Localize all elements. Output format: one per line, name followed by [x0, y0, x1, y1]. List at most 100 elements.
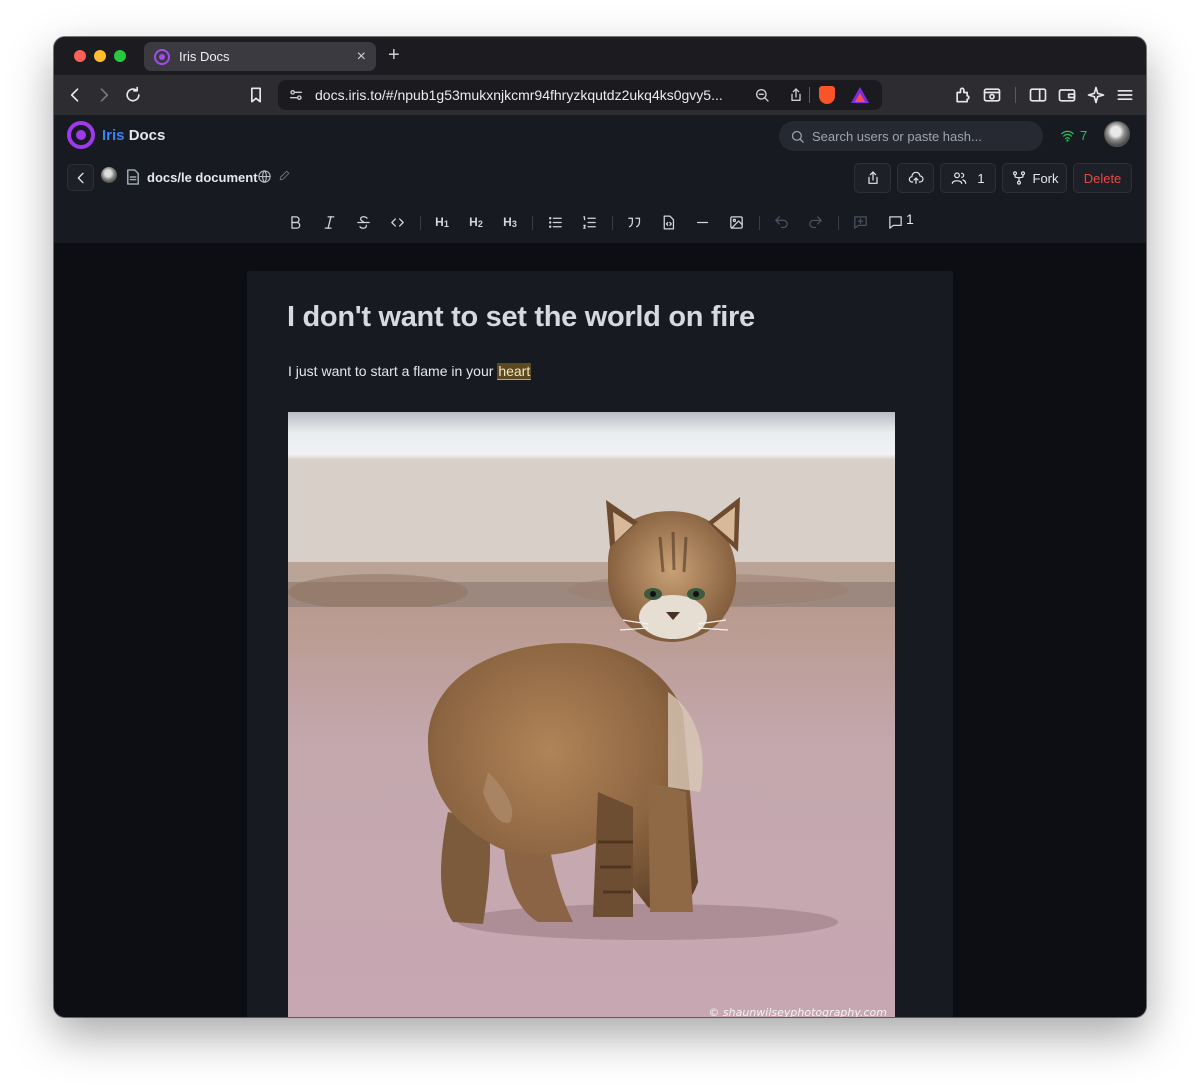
document-path[interactable]: docs/le document: [147, 170, 258, 185]
peers-indicator[interactable]: 7: [1060, 128, 1087, 143]
document-title[interactable]: I don't want to set the world on fire: [287, 301, 755, 334]
h2-label: H: [469, 215, 478, 229]
italic-icon[interactable]: [318, 211, 340, 233]
cloud-upload-button[interactable]: [897, 163, 934, 193]
fork-button[interactable]: Fork: [1002, 163, 1067, 193]
strikethrough-icon[interactable]: [352, 211, 374, 233]
delete-button[interactable]: Delete: [1073, 163, 1132, 193]
collaborators-button[interactable]: 1: [940, 163, 996, 193]
brand-name[interactable]: Iris Docs: [102, 127, 165, 144]
fork-icon: [1012, 171, 1025, 185]
extensions-puzzle-icon[interactable]: [951, 83, 975, 107]
ordered-list-icon[interactable]: [578, 211, 600, 233]
share-icon[interactable]: [786, 85, 806, 105]
photo-illustration: [288, 412, 895, 1017]
tab-strip: Iris Docs × +: [54, 37, 1146, 75]
redo-icon[interactable]: [804, 211, 826, 233]
document-icon: [126, 169, 140, 185]
tab-title: Iris Docs: [179, 49, 230, 64]
site-settings-icon[interactable]: [286, 85, 306, 105]
h3-sub: 3: [511, 219, 517, 229]
h3-label: H: [503, 215, 512, 229]
comments-icon[interactable]: [884, 211, 906, 233]
search-icon: [791, 130, 804, 143]
code-block-icon[interactable]: [657, 211, 679, 233]
toolbar-separator: [612, 216, 613, 230]
brave-rewards-icon[interactable]: [851, 87, 869, 103]
peer-count: 7: [1080, 128, 1088, 143]
brand-docs: Docs: [128, 127, 166, 144]
browser-tab[interactable]: Iris Docs ×: [144, 42, 376, 71]
undo-icon[interactable]: [770, 211, 792, 233]
leo-ai-icon[interactable]: [1084, 83, 1108, 107]
window-search-icon[interactable]: [980, 83, 1004, 107]
menu-icon[interactable]: [1113, 83, 1137, 107]
reload-icon[interactable]: [121, 83, 145, 107]
blockquote-icon[interactable]: [623, 211, 645, 233]
pencil-icon[interactable]: [278, 169, 291, 182]
bold-icon[interactable]: [284, 211, 306, 233]
add-comment-icon[interactable]: [849, 211, 871, 233]
sidebar-toggle-icon[interactable]: [1026, 83, 1050, 107]
bobcat-kitten-image[interactable]: © shaunwilseyphotography.com: [288, 412, 895, 1017]
heading-2-button[interactable]: H2: [465, 211, 487, 233]
users-icon: [952, 172, 967, 184]
horizontal-rule-icon[interactable]: [691, 211, 713, 233]
paragraph-text: I just want to start a flame in your: [288, 363, 498, 379]
search-input[interactable]: [812, 128, 1032, 144]
brave-shields-icon[interactable]: [819, 86, 835, 104]
cloud-upload-icon: [908, 171, 924, 184]
browser-window: Iris Docs × + docs.iris.to/#/npub1g53muk…: [54, 37, 1146, 1017]
fork-label: Fork: [1032, 170, 1059, 186]
document-bar: docs/le document 1 Fork Delete: [54, 163, 1146, 199]
toolbar-separator: [420, 216, 421, 230]
heading-1-button[interactable]: H1: [431, 211, 453, 233]
document-paragraph[interactable]: I just want to start a flame in your hea…: [288, 363, 532, 380]
close-window-button[interactable]: [74, 50, 86, 62]
heading-3-button[interactable]: H3: [499, 211, 521, 233]
search-box[interactable]: [779, 121, 1043, 151]
owner-avatar[interactable]: [101, 167, 117, 183]
bullet-list-icon[interactable]: [544, 211, 566, 233]
chevron-left-icon: [77, 172, 84, 183]
commented-highlight[interactable]: heart: [497, 363, 532, 380]
back-button[interactable]: [67, 164, 94, 191]
h1-label: H: [435, 215, 444, 229]
document-page[interactable]: I don't want to set the world on fire I …: [247, 271, 953, 1017]
h1-sub: 1: [443, 219, 449, 229]
toolbar-separator: [759, 216, 760, 230]
app-header: Iris Docs 7 docs/le doc: [54, 115, 1146, 243]
brand-iris: Iris: [102, 127, 125, 144]
tab-close-icon[interactable]: ×: [357, 48, 366, 65]
collaborators-count: 1: [977, 170, 985, 186]
photo-watermark: © shaunwilseyphotography.com: [708, 1006, 887, 1017]
toolbar-divider: [1015, 87, 1016, 103]
toolbar-separator: [532, 216, 533, 230]
bookmark-icon[interactable]: [244, 83, 268, 107]
zoom-window-button[interactable]: [114, 50, 126, 62]
back-arrow-icon[interactable]: [63, 83, 87, 107]
address-bar[interactable]: docs.iris.to/#/npub1g53mukxnjkcmr94fhryz…: [278, 80, 882, 110]
iris-docs-app: Iris Docs 7 docs/le doc: [54, 115, 1146, 1017]
code-icon[interactable]: [386, 211, 408, 233]
zoom-out-icon[interactable]: [752, 85, 772, 105]
browser-toolbar: docs.iris.to/#/npub1g53mukxnjkcmr94fhryz…: [54, 75, 1146, 115]
globe-icon[interactable]: [257, 169, 272, 184]
iris-logo-icon[interactable]: [67, 121, 95, 149]
urlbar-divider: [809, 87, 810, 103]
new-tab-button[interactable]: +: [388, 45, 400, 65]
iris-favicon-icon: [154, 48, 170, 65]
user-avatar[interactable]: [1104, 121, 1130, 147]
url-text: docs.iris.to/#/npub1g53mukxnjkcmr94fhryz…: [315, 87, 723, 103]
minimize-window-button[interactable]: [94, 50, 106, 62]
toolbar-separator: [838, 216, 839, 230]
wallet-icon[interactable]: [1055, 83, 1079, 107]
share-icon: [867, 171, 878, 184]
comment-count[interactable]: 1: [906, 211, 914, 227]
share-button[interactable]: [854, 163, 891, 193]
forward-arrow-icon[interactable]: [92, 83, 116, 107]
wifi-icon: [1061, 130, 1074, 142]
h2-sub: 2: [477, 219, 483, 229]
formatting-toolbar: H1 H2 H3 1: [54, 207, 1146, 237]
insert-image-icon[interactable]: [725, 211, 747, 233]
